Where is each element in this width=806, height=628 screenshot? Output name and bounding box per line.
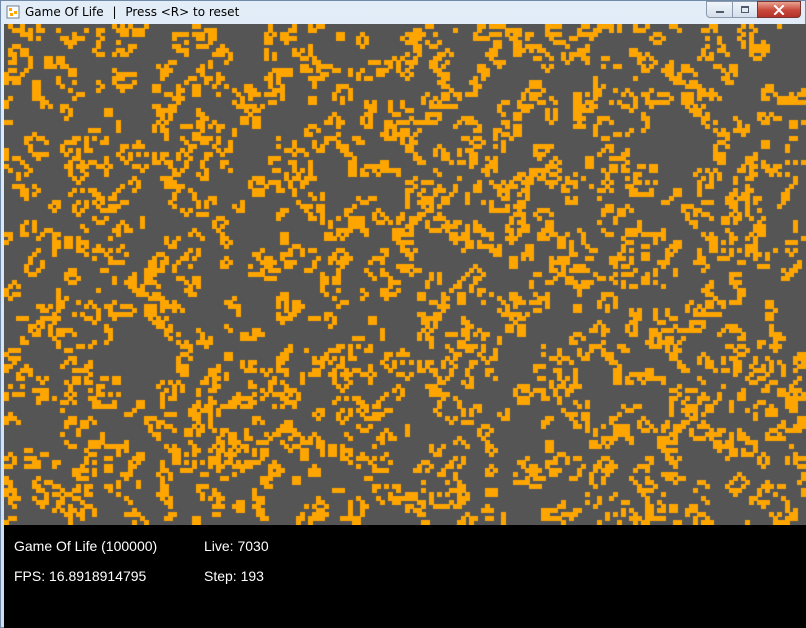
app-window: Game Of Life | Press <R> to reset Game O…: [0, 0, 806, 628]
client-area: Game Of Life (100000) Live: 7030 FPS: 16…: [4, 24, 806, 628]
close-button[interactable]: [757, 1, 801, 18]
window-title-name: Game Of Life: [25, 5, 104, 19]
status-panel: Game Of Life (100000) Live: 7030 FPS: 16…: [4, 525, 806, 628]
game-label: Game Of Life (100000): [14, 538, 158, 554]
live-count: Live: 7030: [204, 538, 269, 554]
life-board[interactable]: [4, 24, 806, 525]
fps-readout: FPS: 16.8918914795: [14, 568, 147, 584]
window-title-hint: Press <R> to reset: [125, 5, 240, 19]
window-title: Game Of Life | Press <R> to reset: [25, 5, 239, 19]
step-count: Step: 193: [204, 568, 264, 584]
window-title-separator: |: [112, 5, 117, 19]
title-bar[interactable]: Game Of Life | Press <R> to reset: [1, 1, 805, 23]
maximize-button[interactable]: [732, 1, 757, 18]
minimize-icon: [715, 10, 724, 13]
close-icon: [773, 4, 785, 15]
maximize-icon: [741, 6, 749, 13]
window-controls: [706, 1, 801, 18]
app-icon: [5, 4, 21, 20]
minimize-button[interactable]: [706, 1, 732, 18]
